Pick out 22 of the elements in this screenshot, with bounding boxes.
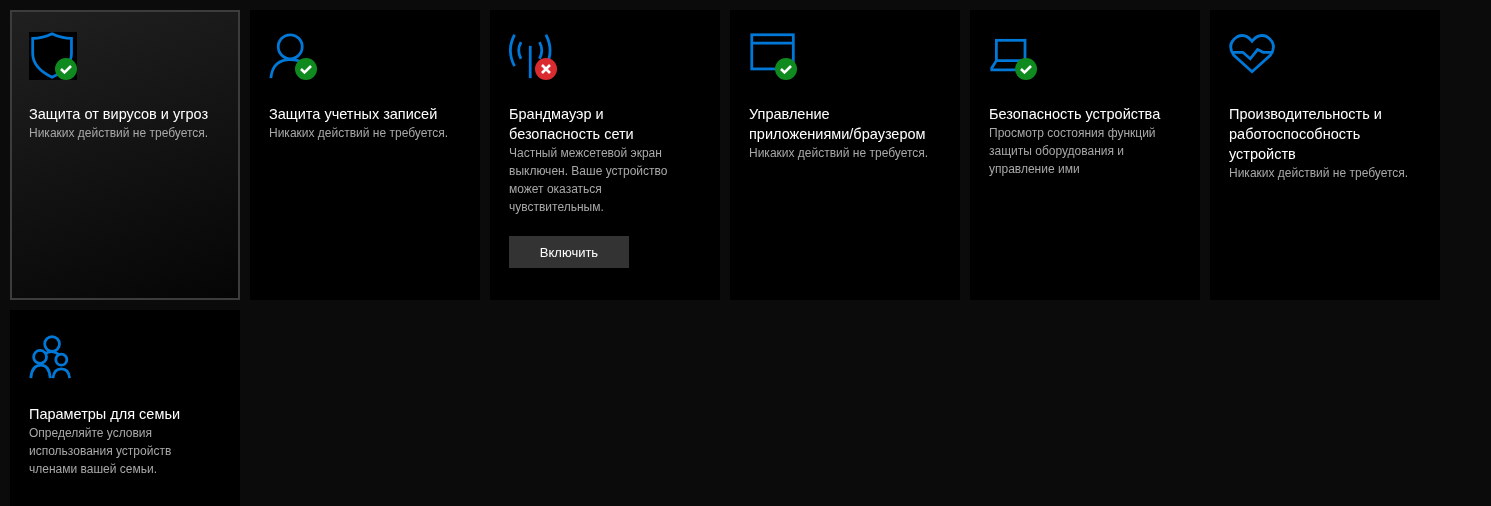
- tile-card[interactable]: Управление приложениями/браузером Никаких действий не требуется.: [730, 10, 960, 300]
- tile-title: Брандмауэр и безопасность сети: [509, 105, 635, 144]
- tile-card[interactable]: Производительность и работоспособность устройств Никаких действий не требуется.: [1210, 10, 1440, 300]
- tile-title: Производительность и работоспособность устройств: [1229, 105, 1383, 164]
- tile-card[interactable]: Защита от вирусов и угроз Никаких действий не требуется.: [10, 10, 240, 300]
- tile-card[interactable]: Безопасность устройства Просмотр состояния функций защиты оборудования и управление ими: [970, 10, 1200, 300]
- tile-title: Безопасность устройства: [989, 105, 1162, 124]
- tile-description: Частный межсетевой экран выключен. Ваше устройство может оказаться чувствительным.: [509, 145, 669, 216]
- tile-description: Определяйте условия использования устройств членами вашей семьи.: [29, 425, 173, 478]
- tile-description: Просмотр состояния функций защиты оборудования и управление ими: [989, 125, 1157, 178]
- tile-description: Никаких действий не требуется.: [269, 125, 450, 142]
- tile-card[interactable]: Брандмауэр и безопасность сети Частный межсетевой экран выключен. Ваше устройство может оказаться чувствительным. Включить: [490, 10, 720, 300]
- tile-title: Защита учетных записей: [269, 105, 439, 124]
- tile-title: Защита от вирусов и угроз: [29, 105, 210, 124]
- tile-card[interactable]: Защита учетных записей Никаких действий не требуется.: [250, 10, 480, 300]
- tile-card[interactable]: Параметры для семьи Определяйте условия использования устройств членами вашей семьи.: [10, 310, 240, 506]
- tile-title: Параметры для семьи: [29, 405, 182, 424]
- tile-description: Никаких действий не требуется.: [749, 145, 930, 162]
- turn-on-button[interactable]: Включить: [509, 236, 629, 268]
- tile-title: Управление приложениями/браузером: [749, 105, 927, 144]
- tile-description: Никаких действий не требуется.: [1229, 165, 1410, 182]
- tile-description: Никаких действий не требуется.: [29, 125, 210, 142]
